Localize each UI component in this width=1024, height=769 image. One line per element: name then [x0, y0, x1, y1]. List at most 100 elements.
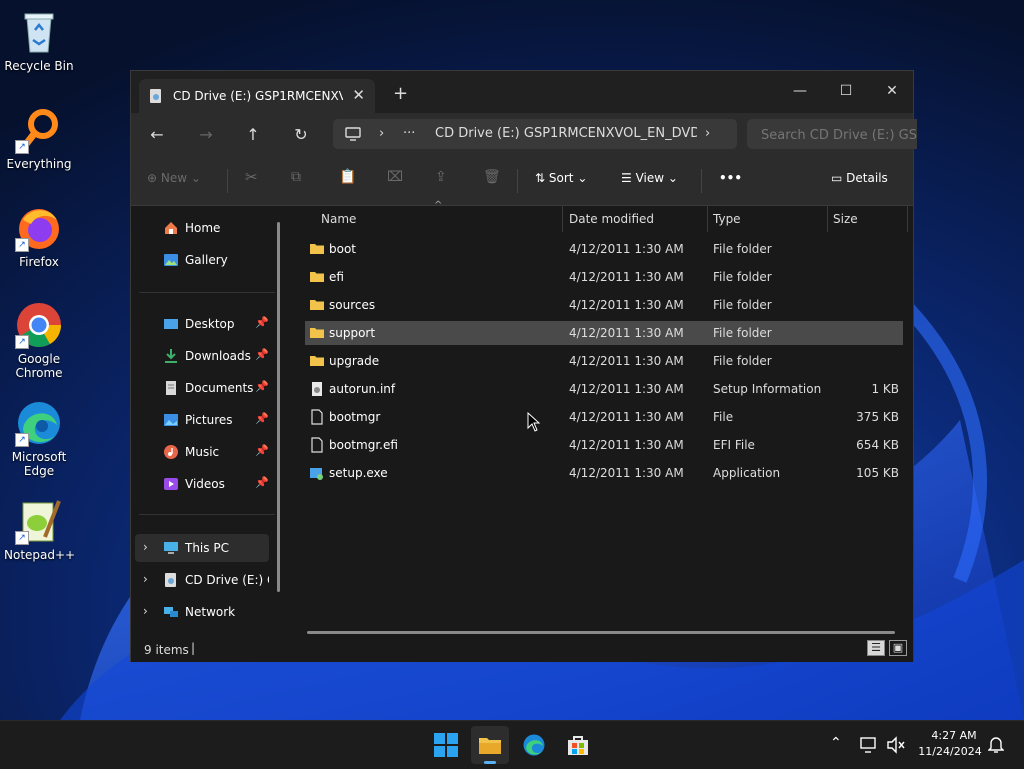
nav-network-label: Network	[185, 605, 236, 619]
taskbar-file-explorer[interactable]	[471, 726, 509, 764]
file-name: autorun.inf	[329, 382, 396, 396]
file-row-selected[interactable]: support 4/12/2011 1:30 AM File folder	[305, 321, 903, 345]
pin-icon[interactable]: 📌	[255, 476, 269, 489]
recycle-bin-icon	[24, 13, 54, 53]
details-pane-button[interactable]: ▭ Details	[831, 171, 888, 185]
folder-icon	[310, 356, 324, 366]
file-row[interactable]: bootmgr 4/12/2011 1:30 AM File 375 KB	[305, 405, 903, 429]
file-size: 105 KB	[856, 466, 899, 480]
forward-button[interactable]: →	[193, 123, 219, 147]
file-row[interactable]: sources 4/12/2011 1:30 AM File folder	[305, 293, 903, 317]
address-bar[interactable]: › ··· CD Drive (E:) GSP1RMCENXVOL_EN_DVD…	[333, 119, 737, 149]
sort-label: Sort	[548, 171, 574, 185]
desktop-icon-edge[interactable]: ↗ Microsoft Edge	[4, 399, 74, 478]
cut-icon[interactable]: ✂	[245, 168, 258, 186]
nav-pane-scrollbar[interactable]	[277, 222, 280, 592]
column-divider[interactable]	[907, 206, 908, 232]
edge-icon	[523, 734, 545, 756]
chevron-right-icon[interactable]: ›	[143, 540, 148, 554]
sort-button[interactable]: ⇅ Sort ⌄	[535, 171, 587, 185]
file-row[interactable]: upgrade 4/12/2011 1:30 AM File folder	[305, 349, 903, 373]
minimize-button[interactable]: —	[779, 77, 821, 105]
file-name: bootmgr	[329, 410, 381, 424]
column-header-name[interactable]: Name	[321, 212, 356, 226]
taskbar-store[interactable]	[559, 726, 597, 764]
nav-network[interactable]: › Network	[135, 598, 269, 626]
breadcrumb-current[interactable]: CD Drive (E:) GSP1RMCENXVOL_EN_DVD	[435, 126, 697, 141]
copy-icon[interactable]: ⧉	[291, 169, 301, 185]
back-button[interactable]: ←	[144, 123, 170, 147]
desktop-icon-firefox[interactable]: ↗ Firefox	[4, 204, 74, 269]
nav-music[interactable]: Music 📌	[135, 438, 269, 466]
see-more-button[interactable]: •••	[719, 171, 742, 185]
breadcrumb-overflow[interactable]: ···	[403, 126, 415, 141]
close-button[interactable]: ✕	[871, 77, 913, 105]
desktop-icon-chrome[interactable]: ↗ Google Chrome	[4, 301, 74, 380]
desktop-icon-everything[interactable]: ↗ Everything	[4, 106, 74, 171]
notification-bell-icon[interactable]	[988, 736, 1004, 754]
column-divider[interactable]	[827, 206, 828, 232]
refresh-button[interactable]: ↻	[288, 123, 314, 147]
delete-icon[interactable]: 🗑	[483, 169, 501, 185]
tab-close-icon[interactable]: ✕	[352, 86, 365, 104]
volume-muted-icon[interactable]	[886, 736, 906, 754]
view-label: View	[635, 171, 665, 185]
nav-home[interactable]: Home	[135, 214, 269, 242]
breadcrumb-chevron-icon[interactable]: ›	[705, 126, 710, 141]
file-date: 4/12/2011 1:30 AM	[569, 326, 684, 340]
new-button[interactable]: ⊕ New ⌄	[147, 171, 201, 185]
nav-desktop-label: Desktop	[185, 317, 235, 331]
paste-icon[interactable]: 📋	[339, 169, 356, 185]
file-row[interactable]: bootmgr.efi 4/12/2011 1:30 AM EFI File 6…	[305, 433, 903, 457]
details-view-icon[interactable]: ☰	[867, 640, 885, 656]
clock-date[interactable]: 11/24/2024	[916, 745, 984, 758]
rename-icon[interactable]: ⌧	[387, 169, 403, 185]
column-header-size[interactable]: Size	[833, 212, 858, 226]
nav-videos[interactable]: Videos 📌	[135, 470, 269, 498]
column-divider[interactable]	[562, 206, 563, 232]
search-box[interactable]	[747, 119, 917, 149]
desktop-icon-recycle-bin[interactable]: Recycle Bin	[4, 8, 74, 73]
nav-this-pc[interactable]: › This PC	[135, 534, 269, 562]
new-tab-button[interactable]: +	[393, 83, 408, 104]
share-icon[interactable]: ⇪	[435, 169, 447, 185]
column-header-date[interactable]: Date modified	[569, 212, 654, 226]
file-row[interactable]: autorun.inf 4/12/2011 1:30 AM Setup Info…	[305, 377, 903, 401]
clock-time[interactable]: 4:27 AM	[924, 729, 984, 742]
tab-cd-drive[interactable]: CD Drive (E:) GSP1RMCENXVO ✕	[139, 79, 375, 113]
horizontal-scrollbar[interactable]	[307, 631, 895, 634]
file-row[interactable]: boot 4/12/2011 1:30 AM File folder	[305, 237, 903, 261]
pin-icon[interactable]: 📌	[255, 444, 269, 457]
up-button[interactable]: ↑	[240, 123, 266, 147]
divider	[517, 169, 518, 193]
navigation-bar: ← → ↑ ↻ › ··· CD Drive (E:) GSP1RMCENXVO…	[131, 113, 917, 157]
column-header-type[interactable]: Type	[713, 212, 741, 226]
pin-icon[interactable]: 📌	[255, 316, 269, 329]
nav-cd-drive[interactable]: › CD Drive (E:) GS	[135, 566, 269, 594]
chevron-right-icon[interactable]: ›	[143, 604, 148, 618]
nav-downloads[interactable]: Downloads 📌	[135, 342, 269, 370]
nav-documents[interactable]: Documents 📌	[135, 374, 269, 402]
nav-pictures[interactable]: Pictures 📌	[135, 406, 269, 434]
pin-icon[interactable]: 📌	[255, 412, 269, 425]
file-explorer-window: CD Drive (E:) GSP1RMCENXVO ✕ + — ☐ ✕ ← →…	[130, 70, 917, 662]
taskbar-edge[interactable]	[515, 726, 553, 764]
network-status-icon[interactable]	[860, 736, 880, 754]
pin-icon[interactable]: 📌	[255, 380, 269, 393]
file-row[interactable]: setup.exe 4/12/2011 1:30 AM Application …	[305, 461, 903, 485]
view-button[interactable]: ☰ View ⌄	[621, 171, 678, 185]
desktop-icon-notepadpp[interactable]: ↗ Notepad++	[4, 497, 75, 562]
nav-gallery[interactable]: Gallery	[135, 246, 269, 274]
shortcut-arrow-icon: ↗	[15, 238, 29, 252]
maximize-button[interactable]: ☐	[825, 77, 867, 105]
start-button[interactable]	[427, 726, 465, 764]
title-bar[interactable]: CD Drive (E:) GSP1RMCENXVO ✕ + — ☐ ✕	[131, 71, 913, 113]
search-input[interactable]	[747, 119, 917, 149]
show-hidden-icons-icon[interactable]: ⌃	[830, 735, 842, 751]
large-icons-view-icon[interactable]: ▣	[889, 640, 907, 656]
file-row[interactable]: efi 4/12/2011 1:30 AM File folder	[305, 265, 903, 289]
pin-icon[interactable]: 📌	[255, 348, 269, 361]
chevron-right-icon[interactable]: ›	[143, 572, 148, 586]
column-divider[interactable]	[707, 206, 708, 232]
nav-desktop[interactable]: Desktop 📌	[135, 310, 269, 338]
